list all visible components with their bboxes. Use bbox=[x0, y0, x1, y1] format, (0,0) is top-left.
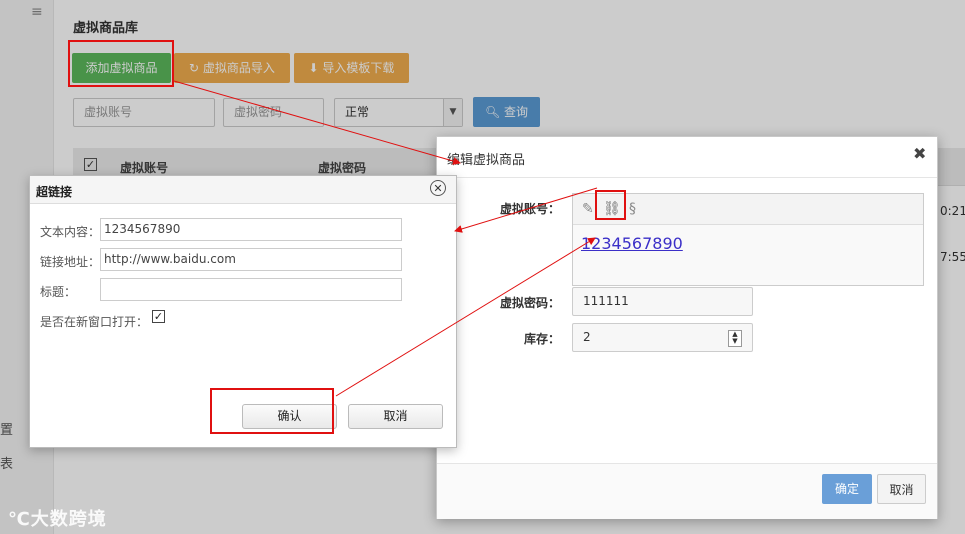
hyperlink-dialog-title: 超链接 bbox=[36, 185, 73, 199]
stock-label: 库存： bbox=[523, 332, 560, 346]
annotation-box-add-button bbox=[68, 40, 174, 87]
account-label: 虚拟账号： bbox=[499, 202, 560, 216]
password-field[interactable]: 111111 bbox=[572, 287, 753, 316]
new-window-label: 是否在新窗口打开： bbox=[40, 315, 149, 329]
annotation-box-link-icon bbox=[595, 190, 626, 220]
link-url-input[interactable]: http://www.baidu.com bbox=[100, 248, 402, 271]
annotation-box-confirm bbox=[210, 388, 334, 434]
hyperlink-dialog-header: 超链接 ✕ bbox=[30, 176, 456, 204]
link-title-label: 标题： bbox=[40, 285, 77, 299]
eraser-icon[interactable]: ✎ bbox=[582, 201, 594, 217]
watermark-glyph: ℃ bbox=[8, 509, 31, 530]
stock-value: 2 bbox=[583, 330, 591, 344]
link-title-input[interactable] bbox=[100, 278, 402, 301]
confirm-button[interactable]: 确定 bbox=[822, 474, 872, 504]
cancel-button[interactable]: 取消 bbox=[877, 474, 926, 504]
new-window-checkbox[interactable]: ✓ bbox=[152, 310, 165, 323]
hyperlink-cancel-button[interactable]: 取消 bbox=[348, 404, 443, 429]
stepper-arrows-icon[interactable]: ▲ ▼ bbox=[728, 330, 742, 347]
text-content-label: 文本内容： bbox=[40, 225, 101, 239]
stock-stepper[interactable]: 2 ▲ ▼ bbox=[572, 323, 753, 352]
editor-link-text[interactable]: 1234567890 bbox=[581, 234, 683, 253]
link-url-label: 链接地址： bbox=[40, 255, 101, 269]
watermark-logo: ℃大数跨境 bbox=[8, 505, 107, 531]
password-label: 虚拟密码： bbox=[499, 296, 560, 310]
dialog-header: 编辑虚拟商品 ✖ bbox=[437, 137, 937, 178]
unlink-icon[interactable]: § bbox=[629, 201, 636, 217]
text-content-input[interactable]: 1234567890 bbox=[100, 218, 402, 241]
close-icon[interactable]: ✕ bbox=[430, 180, 446, 196]
watermark-text: 大数跨境 bbox=[30, 509, 107, 530]
close-icon[interactable]: ✖ bbox=[913, 144, 926, 163]
edit-virtual-product-dialog: 编辑虚拟商品 ✖ 虚拟账号： ✎ ⛓ § 1234567890 虚拟密码： 11… bbox=[436, 136, 938, 519]
dialog-title: 编辑虚拟商品 bbox=[447, 153, 526, 168]
